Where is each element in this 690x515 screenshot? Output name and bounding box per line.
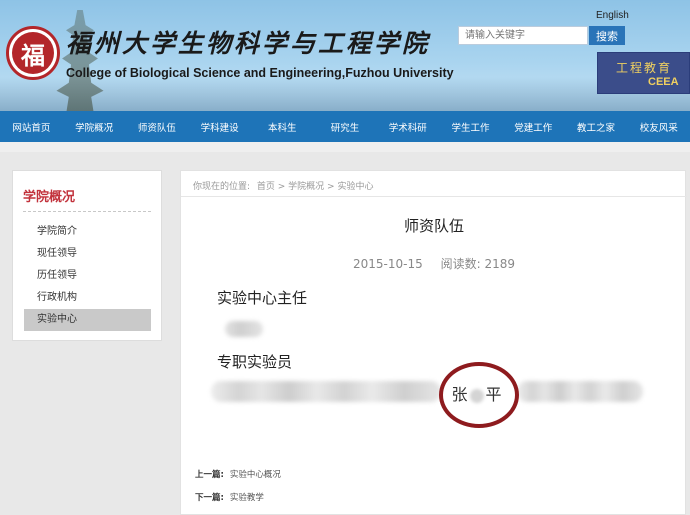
prev-label: 上一篇:: [195, 470, 224, 480]
college-title-cn: 福州大学生物科学与工程学院: [66, 29, 431, 58]
prev-article-link[interactable]: 实验中心概况: [230, 470, 281, 480]
site-header: 福 福州大学生物科学与工程学院 College of Biological Sc…: [0, 0, 690, 111]
next-article: 下一篇: 实验教学: [195, 491, 264, 503]
college-title-en: College of Biological Science and Engine…: [66, 66, 454, 80]
breadcrumb-path[interactable]: 首页 > 学院概况 > 实验中心: [257, 182, 374, 192]
sidebar-item-lab-center[interactable]: 实验中心: [24, 309, 151, 331]
views-count: 2189: [484, 257, 515, 271]
nav-home[interactable]: 网站首页: [0, 120, 63, 134]
section-heading-staff: 专职实验员: [217, 353, 293, 371]
next-article-link[interactable]: 实验教学: [230, 493, 264, 503]
ceea-banner-cn: 工程教育: [616, 61, 673, 75]
sidebar-item-admin[interactable]: 行政机构: [24, 287, 151, 309]
main-nav: 网站首页 学院概况 师资队伍 学科建设 本科生 研究生 学术科研 学生工作 党建…: [0, 111, 690, 142]
search-input[interactable]: [458, 26, 588, 45]
nav-graduate[interactable]: 研究生: [314, 120, 377, 134]
nav-about[interactable]: 学院概况: [63, 120, 126, 134]
blurred-staff-names-left: [211, 381, 441, 402]
sidebar-title: 学院概况: [23, 190, 76, 205]
sidebar-item-current-leaders[interactable]: 现任领导: [24, 243, 151, 265]
sidebar-item-former-leaders[interactable]: 历任领导: [24, 265, 151, 287]
views-label: 阅读数:: [440, 257, 481, 271]
section-heading-director: 实验中心主任: [217, 289, 308, 307]
prev-article: 上一篇: 实验中心概况: [195, 468, 281, 480]
article-panel: 你现在的位置: 首页 > 学院概况 > 实验中心 师资队伍 2015-10-15…: [180, 170, 687, 515]
university-logo[interactable]: 福: [6, 26, 60, 80]
sidebar-divider: [23, 211, 151, 212]
nav-undergraduate[interactable]: 本科生: [251, 120, 314, 134]
article-date: 2015-10-15: [353, 257, 423, 271]
logo-character: 福: [12, 32, 54, 74]
blurred-staff-names-right: [517, 381, 643, 402]
ceea-banner[interactable]: 工程教育 CEEA: [597, 52, 690, 94]
article-meta: 2015-10-15 阅读数: 2189: [181, 255, 687, 272]
english-link[interactable]: English: [596, 10, 629, 21]
nav-research[interactable]: 学术科研: [376, 120, 439, 134]
breadcrumb-prefix: 你现在的位置:: [193, 182, 251, 192]
blurred-director-name: [225, 321, 263, 337]
next-label: 下一篇:: [195, 493, 224, 503]
highlight-circle: [439, 362, 519, 428]
article-title: 师资队伍: [403, 217, 464, 235]
sidebar: 学院概况 学院简介 现任领导 历任领导 行政机构 实验中心: [12, 170, 162, 341]
nav-student-affairs[interactable]: 学生工作: [439, 120, 502, 134]
nav-disciplines[interactable]: 学科建设: [188, 120, 251, 134]
nav-alumni[interactable]: 校友风采: [627, 120, 690, 134]
ceea-banner-en: CEEA: [648, 76, 679, 88]
header-skyline: [0, 77, 690, 111]
nav-party-building[interactable]: 党建工作: [502, 120, 565, 134]
breadcrumb-divider: [181, 196, 687, 197]
breadcrumb: 你现在的位置: 首页 > 学院概况 > 实验中心: [193, 179, 377, 192]
nav-faculty[interactable]: 师资队伍: [125, 120, 188, 134]
nav-staff-home[interactable]: 教工之家: [565, 120, 628, 134]
nav-spacer: [0, 142, 690, 152]
search-button[interactable]: 搜索: [589, 26, 625, 45]
sidebar-item-intro[interactable]: 学院简介: [24, 221, 151, 243]
